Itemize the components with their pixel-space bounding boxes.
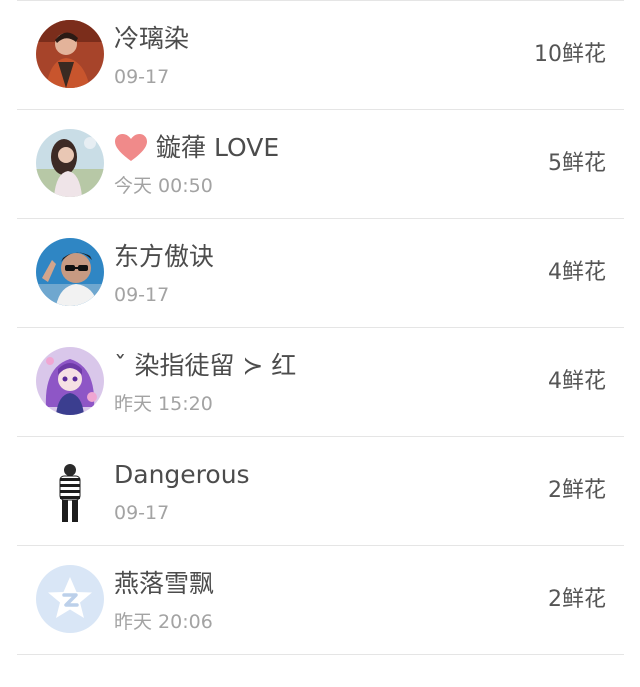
avatar[interactable] bbox=[36, 20, 104, 88]
avatar[interactable] bbox=[36, 456, 104, 524]
user-name: 东方傲诀 bbox=[114, 242, 215, 271]
timestamp: 09-17 bbox=[114, 284, 170, 306]
user-name: 冷璃染 bbox=[114, 24, 190, 53]
list-item[interactable]: Dangerous 09-17 2鲜花 bbox=[0, 436, 640, 545]
flower-count: 10鲜花 bbox=[534, 42, 606, 67]
divider bbox=[17, 654, 624, 655]
user-name: ˇ 染指徒留 ≻ 红 bbox=[114, 351, 297, 380]
list-item[interactable]: ˇ 染指徒留 ≻ 红 昨天 15:20 4鲜花 bbox=[0, 327, 640, 436]
timestamp: 今天 00:50 bbox=[114, 175, 213, 197]
timestamp: 09-17 bbox=[114, 502, 170, 524]
flower-count: 4鲜花 bbox=[548, 369, 606, 394]
timestamp: 昨天 15:20 bbox=[114, 393, 213, 415]
user-name: 燕落雪飘 bbox=[114, 569, 215, 598]
flower-count: 5鲜花 bbox=[548, 151, 606, 176]
list-item[interactable]: 燕落雪飘 昨天 20:06 2鲜花 bbox=[0, 545, 640, 654]
flower-ranking-list: 冷璃染 09-17 10鲜花 鏇葎 LOVE 今天 00:50 5鲜花 东方傲诀… bbox=[0, 0, 640, 687]
user-name: Dangerous bbox=[114, 460, 250, 489]
flower-count: 2鲜花 bbox=[548, 478, 606, 503]
striped-figure-photo-icon bbox=[36, 456, 104, 524]
avatar[interactable] bbox=[36, 347, 104, 415]
flower-count: 4鲜花 bbox=[548, 260, 606, 285]
list-item[interactable]: 冷璃染 09-17 10鲜花 bbox=[0, 0, 640, 109]
sunglasses-photo-icon bbox=[36, 238, 104, 306]
heart-emoji-icon bbox=[115, 134, 147, 161]
avatar[interactable] bbox=[36, 238, 104, 306]
timestamp: 昨天 20:06 bbox=[114, 611, 213, 633]
avatar[interactable] bbox=[36, 565, 104, 633]
flower-count: 2鲜花 bbox=[548, 587, 606, 612]
anime-girl-photo-icon bbox=[36, 347, 104, 415]
qq-default-avatar-icon bbox=[36, 565, 104, 633]
timestamp: 09-17 bbox=[114, 66, 170, 88]
avatar[interactable] bbox=[36, 129, 104, 197]
list-item[interactable]: 鏇葎 LOVE 今天 00:50 5鲜花 bbox=[0, 109, 640, 218]
girl-photo-icon bbox=[36, 129, 104, 197]
user-name: 鏇葎 LOVE bbox=[114, 133, 279, 163]
list-item[interactable]: 东方傲诀 09-17 4鲜花 bbox=[0, 218, 640, 327]
portrait-photo-icon bbox=[36, 20, 104, 88]
